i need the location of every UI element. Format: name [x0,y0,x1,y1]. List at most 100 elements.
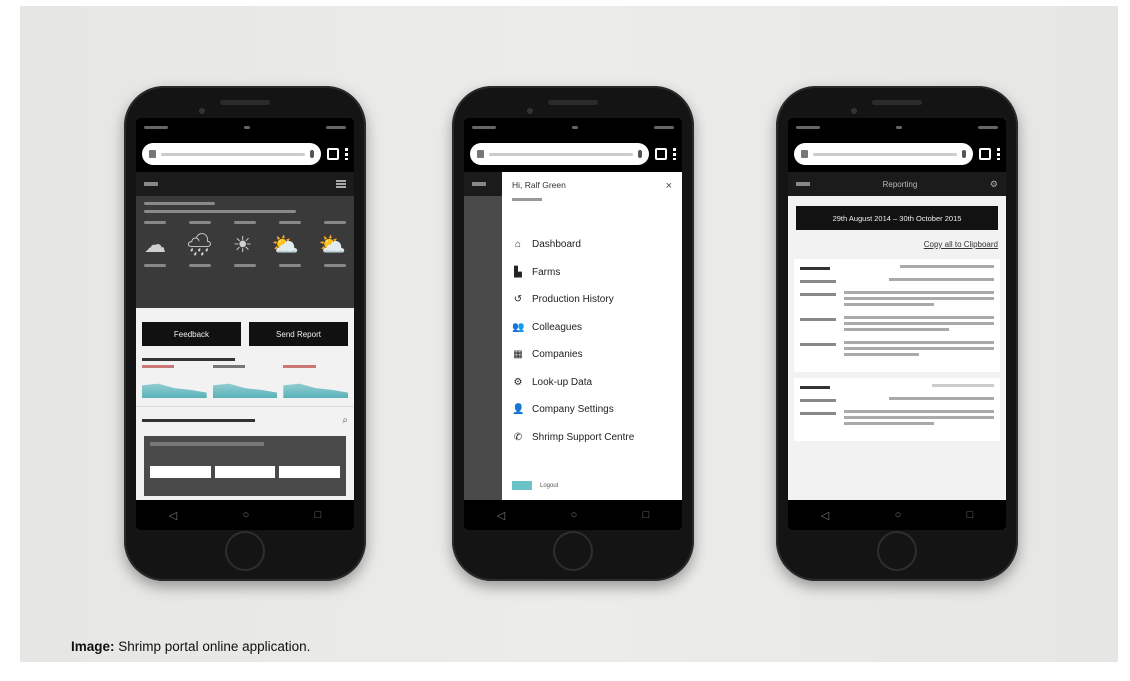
phone-camera [527,108,533,114]
menu-item-farms[interactable]: ▙ Farms [512,259,672,287]
history-icon: ↺ [513,294,523,306]
pond-card[interactable] [144,436,346,496]
dashboard-icon: ⌂ [514,239,522,251]
tabs-icon[interactable] [655,148,667,160]
android-navbar: ◁ ○ □ [136,500,354,530]
partly-cloudy-icon: ⛅ [318,232,346,257]
action-buttons: Feedback Send Report [136,308,354,354]
presentation-board: ☁ 🌧 ☀ ⛅ ⛅ Feedback Send Report ⌕ ◁ ○ □ H… [20,6,1118,662]
menu-label: Dashboard [532,239,581,251]
user-settings-icon: 👤 [512,404,525,416]
rain-icon: 🌧 [185,232,214,257]
factory-icon: ▙ [514,266,522,278]
send-report-button[interactable]: Send Report [249,322,348,346]
menu-label: Companies [532,349,583,361]
browser-chrome [464,136,682,172]
usage-charts [136,365,354,398]
partly-cloudy-icon: ⛅ [271,232,300,257]
menu-icon[interactable] [336,180,346,188]
android-navbar: ◁ ○ □ [788,500,1006,530]
copy-to-clipboard-link[interactable]: Copy all to Clipboard [788,230,1006,253]
menu-item-companies[interactable]: ▦ Companies [512,341,672,369]
usage-sparkline [142,383,207,398]
browser-chrome [788,136,1006,172]
logo [472,182,486,186]
phone-icon: ✆ [513,431,523,443]
search-icon[interactable]: ⌕ [342,415,348,426]
caption-text: Shrimp portal online application. [118,639,311,654]
phone-home-button [553,531,593,571]
app-bar: Reporting ⚙ [788,172,1006,196]
url-bar[interactable] [794,143,973,165]
menu-item-production-history[interactable]: ↺ Production History [512,286,672,314]
recents-icon[interactable]: □ [967,509,974,521]
home-icon[interactable]: ○ [243,509,250,521]
date-range-picker[interactable]: 29th August 2014 – 30th October 2015 [796,206,998,230]
logout-link[interactable]: Logout [540,483,558,489]
tabs-icon[interactable] [979,148,991,160]
phone-speaker [548,100,598,105]
gear-icon: ⚙ [513,376,523,388]
pond-button[interactable] [214,466,276,478]
more-menu-icon[interactable] [345,148,348,160]
menu-item-lookup-data[interactable]: ⚙ Look-up Data [512,369,672,397]
tabs-icon[interactable] [327,148,339,160]
phone-menu: Hi, Ralf Green × ⌂ Dashboard ▙ Farms ↺ Prod… [452,86,694,581]
more-menu-icon[interactable] [673,148,676,160]
back-icon[interactable]: ◁ [497,509,505,522]
feedback-button[interactable]: Feedback [142,322,241,346]
app-bar [136,172,354,196]
building-icon: ▦ [513,349,523,361]
lock-icon [149,150,156,158]
phone-camera [199,108,205,114]
lock-icon [801,150,808,158]
lock-icon [477,150,484,158]
report-entry [794,378,1000,441]
pond-button[interactable] [279,466,341,478]
url-bar[interactable] [470,143,649,165]
pond-button[interactable] [150,466,211,478]
recents-icon[interactable]: □ [643,509,650,521]
usage-sparkline [283,383,349,398]
ponds-heading: ⌕ [136,406,354,430]
back-icon[interactable]: ◁ [169,509,177,522]
menu-label: Company Settings [532,404,614,416]
sun-icon: ☀ [232,232,253,257]
url-bar[interactable] [142,143,321,165]
phone-dashboard: ☁ 🌧 ☀ ⛅ ⛅ Feedback Send Report ⌕ ◁ ○ □ [124,86,366,581]
drawer-menu: ⌂ Dashboard ▙ Farms ↺ Production History 👥 C… [512,231,672,451]
gear-icon[interactable]: ⚙ [990,179,998,190]
menu-label: Shrimp Support Centre [532,431,635,443]
back-icon[interactable]: ◁ [821,509,829,522]
menu-item-dashboard[interactable]: ⌂ Dashboard [512,231,672,259]
phone-speaker [220,100,270,105]
phone-home-button [225,531,265,571]
mic-icon[interactable] [962,150,966,158]
user-tag [512,481,532,490]
app-bar [464,172,502,196]
menu-item-colleagues[interactable]: 👥 Colleagues [512,314,672,342]
phone-reporting: Reporting ⚙ 29th August 2014 – 30th Octo… [776,86,1018,581]
dimmed-dashboard[interactable] [464,196,502,500]
users-icon: 👥 [512,321,525,333]
usage-heading [136,354,354,365]
home-icon[interactable]: ○ [895,509,902,521]
drawer-footer: Logout [512,481,558,490]
recents-icon[interactable]: □ [315,509,322,521]
mic-icon[interactable] [310,150,314,158]
menu-label: Production History [532,294,614,306]
home-icon[interactable]: ○ [571,509,578,521]
logo [144,182,158,186]
status-bar [464,118,682,136]
browser-chrome [136,136,354,172]
reporting-screen: Reporting ⚙ 29th August 2014 – 30th Octo… [788,118,1006,530]
weather-forecast: ☁ 🌧 ☀ ⛅ ⛅ [144,234,346,256]
phone-home-button [877,531,917,571]
usage-sparkline [212,383,278,398]
more-menu-icon[interactable] [997,148,1000,160]
menu-item-company-settings[interactable]: 👤 Company Settings [512,396,672,424]
close-icon[interactable]: × [666,180,672,192]
mic-icon[interactable] [638,150,642,158]
menu-item-support-centre[interactable]: ✆ Shrimp Support Centre [512,424,672,452]
user-role [512,198,542,201]
